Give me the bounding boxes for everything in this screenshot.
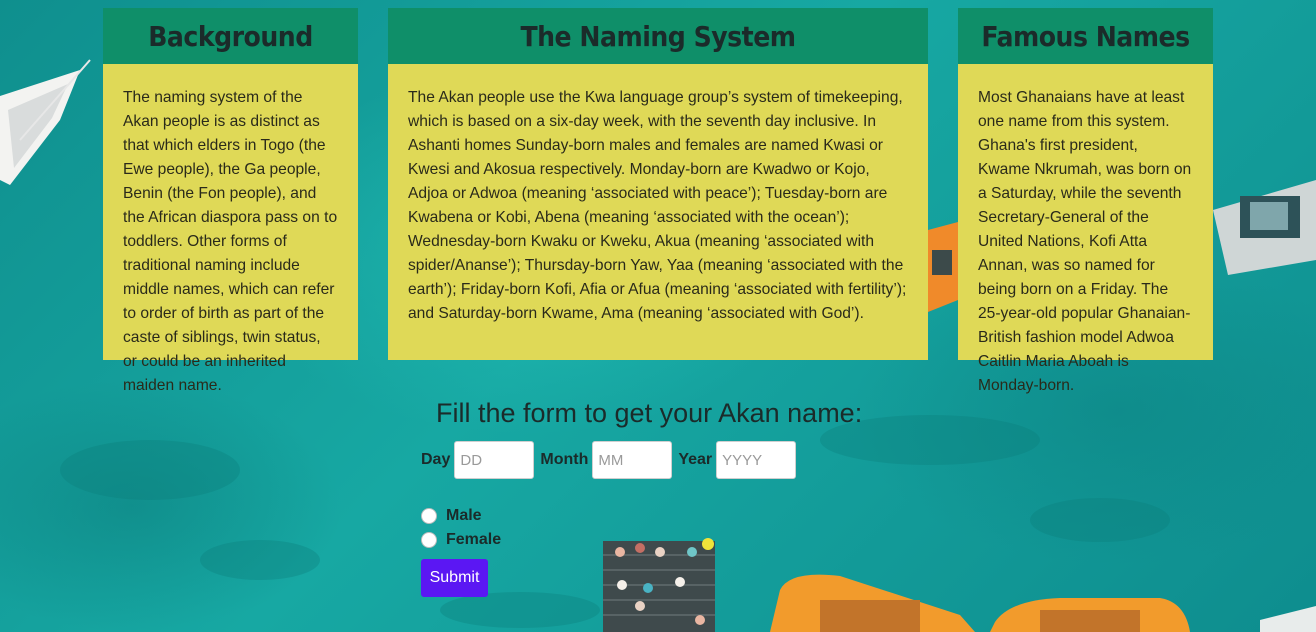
female-radio-button[interactable] bbox=[421, 532, 437, 548]
background-card: Background The naming system of the Akan… bbox=[103, 8, 358, 394]
gender-option-male[interactable]: Male bbox=[421, 504, 501, 528]
background-card-header: Background bbox=[103, 8, 358, 64]
gender-radio-group: Male Female bbox=[421, 504, 501, 552]
naming-system-card-text: The Akan people use the Kwa language gro… bbox=[408, 89, 907, 322]
orange-boat-mid-image bbox=[928, 222, 958, 312]
day-input[interactable] bbox=[454, 441, 535, 479]
date-input-row: Day Month Year bbox=[421, 441, 802, 479]
submit-button[interactable]: Submit bbox=[421, 559, 488, 597]
gender-option-female[interactable]: Female bbox=[421, 528, 501, 552]
female-radio-label[interactable]: Female bbox=[446, 531, 501, 549]
background-card-title: Background bbox=[148, 19, 313, 53]
background-card-text: The naming system of the Akan people is … bbox=[123, 89, 338, 394]
famous-names-card: Famous Names Most Ghanaians have at leas… bbox=[958, 8, 1213, 394]
month-label: Month bbox=[540, 451, 589, 468]
famous-names-card-text: Most Ghanaians have at least one name fr… bbox=[978, 89, 1192, 394]
male-radio-label[interactable]: Male bbox=[446, 507, 482, 525]
naming-system-card: The Naming System The Akan people use th… bbox=[388, 8, 928, 360]
famous-names-card-title: Famous Names bbox=[981, 19, 1190, 53]
naming-system-card-header: The Naming System bbox=[388, 8, 928, 64]
year-label: Year bbox=[678, 451, 713, 468]
naming-system-card-title: The Naming System bbox=[520, 19, 796, 53]
dock-image bbox=[603, 538, 715, 632]
famous-names-card-header: Famous Names bbox=[958, 8, 1213, 64]
day-label: Day bbox=[421, 451, 451, 468]
year-input[interactable] bbox=[716, 441, 797, 479]
sailboat-left-image bbox=[0, 59, 91, 185]
orange-boats-image bbox=[770, 574, 1316, 632]
form-title: Fill the form to get your Akan name: bbox=[436, 398, 863, 428]
month-input[interactable] bbox=[592, 441, 673, 479]
boat-right-image bbox=[1213, 180, 1316, 275]
male-radio-button[interactable] bbox=[421, 508, 437, 524]
